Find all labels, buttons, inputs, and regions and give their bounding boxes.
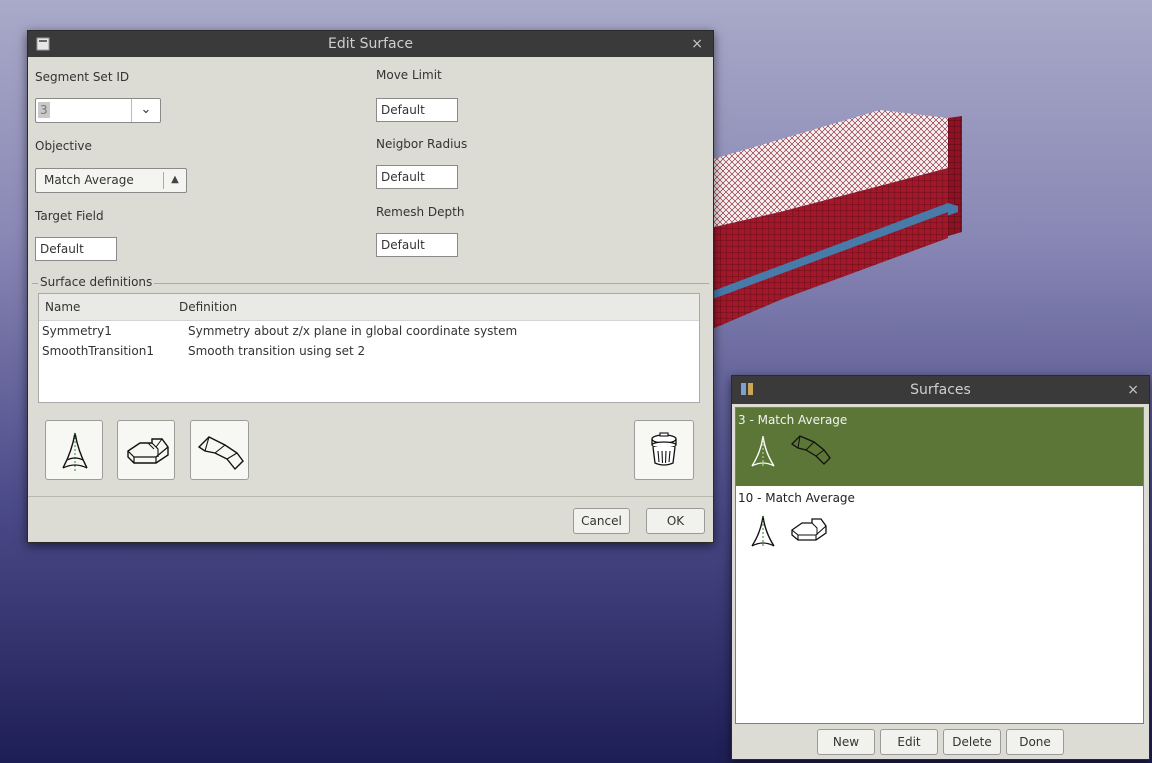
move-limit-input[interactable]: Default <box>376 98 458 122</box>
move-limit-label: Move Limit <box>376 68 442 82</box>
objective-select[interactable]: Match Average ▲ <box>35 168 187 193</box>
neighbor-radius-input[interactable]: Default <box>376 165 458 189</box>
table-row[interactable]: Symmetry1 Symmetry about z/x plane in gl… <box>39 321 699 341</box>
close-icon[interactable]: × <box>1127 376 1139 404</box>
remesh-depth-label: Remesh Depth <box>376 205 465 219</box>
delete-definition-button[interactable] <box>634 420 694 480</box>
objective-value: Match Average <box>44 173 134 187</box>
new-button[interactable]: New <box>817 729 875 755</box>
extrude-block-icon <box>127 438 169 464</box>
row-definition: Smooth transition using set 2 <box>188 344 366 358</box>
extrude-block-icon <box>791 518 827 541</box>
symmetry-icon <box>751 515 775 548</box>
cancel-button[interactable]: Cancel <box>573 508 630 534</box>
surfaces-titlebar[interactable]: Surfaces × <box>732 376 1149 404</box>
smooth-transition-icon <box>790 435 831 465</box>
add-smooth-transition-button[interactable] <box>190 420 249 480</box>
done-button[interactable]: Done <box>1006 729 1064 755</box>
edit-button[interactable]: Edit <box>880 729 938 755</box>
chevron-down-icon[interactable]: ⌄ <box>131 99 160 122</box>
remesh-depth-input[interactable]: Default <box>376 233 458 257</box>
target-field-label: Target Field <box>35 209 104 223</box>
edit-surface-dialog: Edit Surface × Segment Set ID 3 ⌄ Object… <box>27 30 714 543</box>
surface-item-label: 10 - Match Average <box>738 491 855 505</box>
neighbor-radius-label: Neigbor Radius <box>376 137 468 151</box>
close-icon[interactable]: × <box>691 31 703 57</box>
surface-definitions-title: Surface definitions <box>38 275 155 289</box>
surface-definitions-table: Name Definition Symmetry1 Symmetry about… <box>38 293 700 403</box>
surfaces-window: Surfaces × 3 - Match Average 10 - Match … <box>731 375 1150 760</box>
list-item-selected[interactable]: 3 - Match Average <box>736 408 1143 486</box>
trash-icon <box>651 432 677 466</box>
dialog-separator <box>28 496 713 497</box>
segment-set-id-value[interactable]: 3 <box>38 102 50 118</box>
symmetry-icon <box>62 432 88 471</box>
column-header-definition[interactable]: Definition <box>179 300 237 314</box>
add-symmetry-button[interactable] <box>45 420 103 480</box>
segment-set-id-combo[interactable]: 3 ⌄ <box>35 98 161 123</box>
segment-set-id-label: Segment Set ID <box>35 70 130 84</box>
smooth-transition-icon <box>197 436 244 471</box>
spinner-updown-icon[interactable]: ▲ <box>163 172 186 189</box>
window-icon <box>36 37 50 51</box>
table-header: Name Definition <box>39 294 699 321</box>
table-row[interactable]: SmoothTransition1 Smooth transition usin… <box>39 341 699 361</box>
surfaces-title: Surfaces <box>910 382 971 398</box>
app-icon <box>741 383 753 395</box>
dialog-title: Edit Surface <box>328 36 413 52</box>
row-definition: Symmetry about z/x plane in global coord… <box>188 324 518 338</box>
column-header-name[interactable]: Name <box>45 300 80 314</box>
target-field-input[interactable]: Default <box>35 237 117 261</box>
row-name: SmoothTransition1 <box>42 344 154 358</box>
mesh-end-face <box>948 116 962 236</box>
add-extrusion-button[interactable] <box>117 420 175 480</box>
symmetry-icon <box>751 435 775 468</box>
objective-label: Objective <box>35 139 92 153</box>
delete-button[interactable]: Delete <box>943 729 1001 755</box>
surfaces-list: 3 - Match Average 10 - Match Average <box>735 407 1144 724</box>
surface-item-label: 3 - Match Average <box>738 413 848 427</box>
edit-surface-titlebar[interactable]: Edit Surface × <box>28 31 713 57</box>
list-item[interactable]: 10 - Match Average <box>736 486 1143 564</box>
ok-button[interactable]: OK <box>646 508 705 534</box>
row-name: Symmetry1 <box>42 324 112 338</box>
